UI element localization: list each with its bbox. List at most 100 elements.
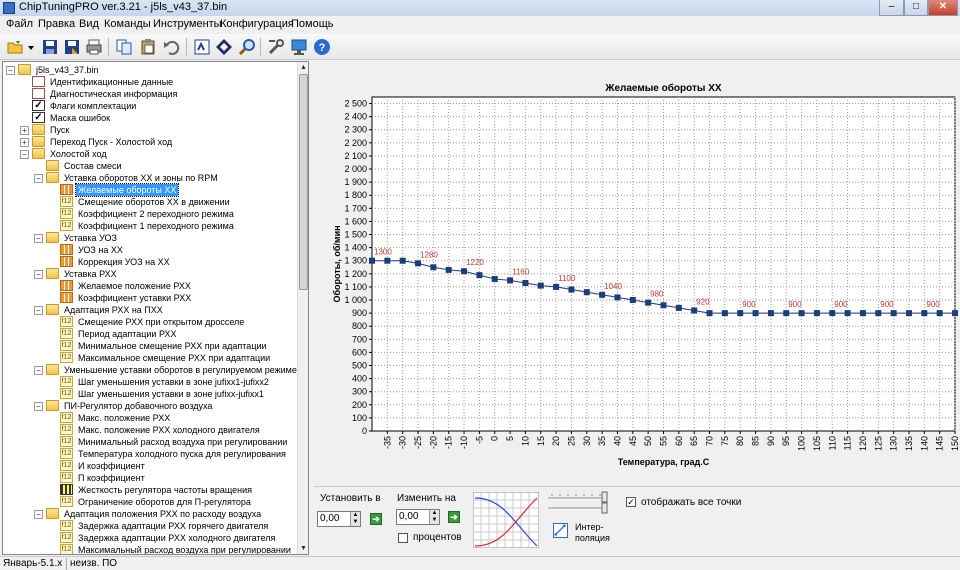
menu-file[interactable]: Файл: [6, 18, 33, 30]
apply-set-button[interactable]: ➔: [370, 513, 382, 525]
x-tick-label: 90: [766, 436, 776, 446]
menu-edit[interactable]: Правка: [38, 18, 75, 30]
y-tick-label: 1 900: [344, 177, 367, 187]
maximize-button[interactable]: □: [904, 0, 928, 16]
x-tick-label: 140: [919, 436, 929, 451]
diamond-icon[interactable]: [214, 37, 234, 57]
scroll-down-icon[interactable]: ▼: [298, 543, 308, 554]
x-tick-label: 5: [505, 436, 515, 441]
tree-scrollbar[interactable]: ▲ ▼: [297, 62, 308, 554]
change-value-input[interactable]: 0,00 ▲ ▼: [396, 509, 440, 525]
y-tick-label: 1 100: [344, 282, 367, 292]
window-title: ChipTuningPRO ver.3.21 - j5ls_v43_37.bin: [19, 1, 228, 13]
constant-icon: f12: [60, 532, 73, 543]
set-value-input[interactable]: 0,00 ▲ ▼: [317, 511, 361, 527]
apply-change-button[interactable]: ➔: [448, 511, 460, 523]
constant-icon: f12: [60, 448, 73, 459]
save-as-icon[interactable]: [62, 37, 82, 57]
collapse-icon[interactable]: −: [34, 234, 43, 243]
expand-icon[interactable]: +: [20, 126, 29, 135]
folder-icon: [18, 64, 31, 75]
scroll-up-icon[interactable]: ▲: [298, 62, 308, 73]
tree-node-label: Уставка оборотов ХХ и зоны по RPM: [64, 173, 218, 183]
menu-commands[interactable]: Команды: [104, 18, 151, 30]
spin-arrows-icon[interactable]: ▲ ▼: [350, 512, 360, 526]
data-label: 1040: [604, 282, 622, 291]
data-point: [415, 260, 422, 267]
change-value-label: Изменить на: [397, 493, 456, 504]
show-points-checkbox[interactable]: ✓: [626, 497, 636, 507]
search-icon[interactable]: [237, 37, 257, 57]
menu-tools[interactable]: Инструменты: [153, 18, 222, 30]
tree-node-label: Шаг уменьшения уставки в зоне jufixx1-ju…: [78, 377, 269, 387]
x-tick-label: 115: [843, 436, 853, 450]
data-point: [875, 310, 882, 317]
collapse-icon[interactable]: −: [34, 306, 43, 315]
help-icon[interactable]: ?: [312, 37, 332, 57]
app-icon: [3, 2, 15, 14]
print-icon[interactable]: [84, 37, 104, 57]
data-point: [629, 297, 636, 304]
tree-node-label: Уставка РХХ: [64, 269, 117, 279]
data-point: [936, 310, 943, 317]
folder-icon: [46, 172, 59, 183]
table-icon: [60, 244, 73, 255]
folder-icon: [46, 508, 59, 519]
table-icon: [60, 292, 73, 303]
collapse-icon[interactable]: −: [6, 66, 15, 75]
slider-icon[interactable]: [546, 491, 608, 515]
x-tick-label: 60: [674, 436, 684, 446]
constant-icon: f12: [60, 460, 73, 471]
tree-node-label: Максимальный расход воздуха при регулиро…: [78, 545, 291, 555]
tree-node-label: Коэффициент 1 переходного режима: [78, 221, 234, 231]
data-point: [952, 310, 958, 317]
x-tick-label: 100: [797, 436, 807, 451]
data-point: [430, 264, 437, 271]
document-icon: [32, 88, 45, 99]
collapse-icon[interactable]: −: [34, 402, 43, 411]
x-tick-label: -25: [413, 436, 423, 449]
percent-checkbox[interactable]: [398, 533, 408, 543]
compare-icon[interactable]: [192, 37, 212, 57]
menu-help[interactable]: Помощь: [291, 18, 334, 30]
open-icon[interactable]: [5, 37, 25, 57]
expand-icon[interactable]: +: [20, 138, 29, 147]
menu-view[interactable]: Вид: [79, 18, 99, 30]
scroll-thumb[interactable]: [299, 74, 308, 290]
y-tick-label: 1 500: [344, 230, 367, 240]
data-point: [813, 310, 820, 317]
data-point: [706, 310, 713, 317]
dropdown-icon[interactable]: [26, 37, 36, 57]
curve-preview-icon[interactable]: [473, 492, 539, 548]
save-icon[interactable]: [40, 37, 60, 57]
copy-icon[interactable]: [114, 37, 134, 57]
spin-arrows-icon[interactable]: ▲ ▼: [429, 510, 439, 524]
tree-node-label: Жесткость регулятора частоты вращения: [78, 485, 253, 495]
collapse-icon[interactable]: −: [34, 270, 43, 279]
paste-icon[interactable]: [138, 37, 158, 57]
y-tick-label: 1 200: [344, 269, 367, 279]
data-label: 1160: [512, 267, 530, 276]
tree-node-label: Коэффициент 2 переходного режима: [78, 209, 234, 219]
undo-icon[interactable]: [161, 37, 181, 57]
tools-icon[interactable]: [266, 37, 286, 57]
interpolation-icon[interactable]: [553, 523, 568, 538]
x-tick-label: 55: [659, 436, 669, 446]
data-point: [537, 282, 544, 289]
collapse-icon[interactable]: −: [34, 366, 43, 375]
folder-icon: [46, 160, 59, 171]
x-tick-label: 110: [827, 436, 837, 450]
y-tick-label: 300: [352, 387, 367, 397]
x-axis-label: Температура, град.С: [618, 457, 710, 467]
menu-config[interactable]: Конфигурация: [220, 18, 294, 30]
collapse-icon[interactable]: −: [34, 510, 43, 519]
monitor-icon[interactable]: [289, 37, 309, 57]
data-label: 900: [788, 300, 802, 309]
tree-node-label: И коэффициент: [78, 461, 145, 471]
collapse-icon[interactable]: −: [34, 174, 43, 183]
data-point: [384, 257, 391, 264]
y-tick-label: 200: [352, 400, 367, 410]
minimize-button[interactable]: –: [879, 0, 904, 16]
close-button[interactable]: ✕: [928, 0, 958, 16]
collapse-icon[interactable]: −: [20, 150, 29, 159]
